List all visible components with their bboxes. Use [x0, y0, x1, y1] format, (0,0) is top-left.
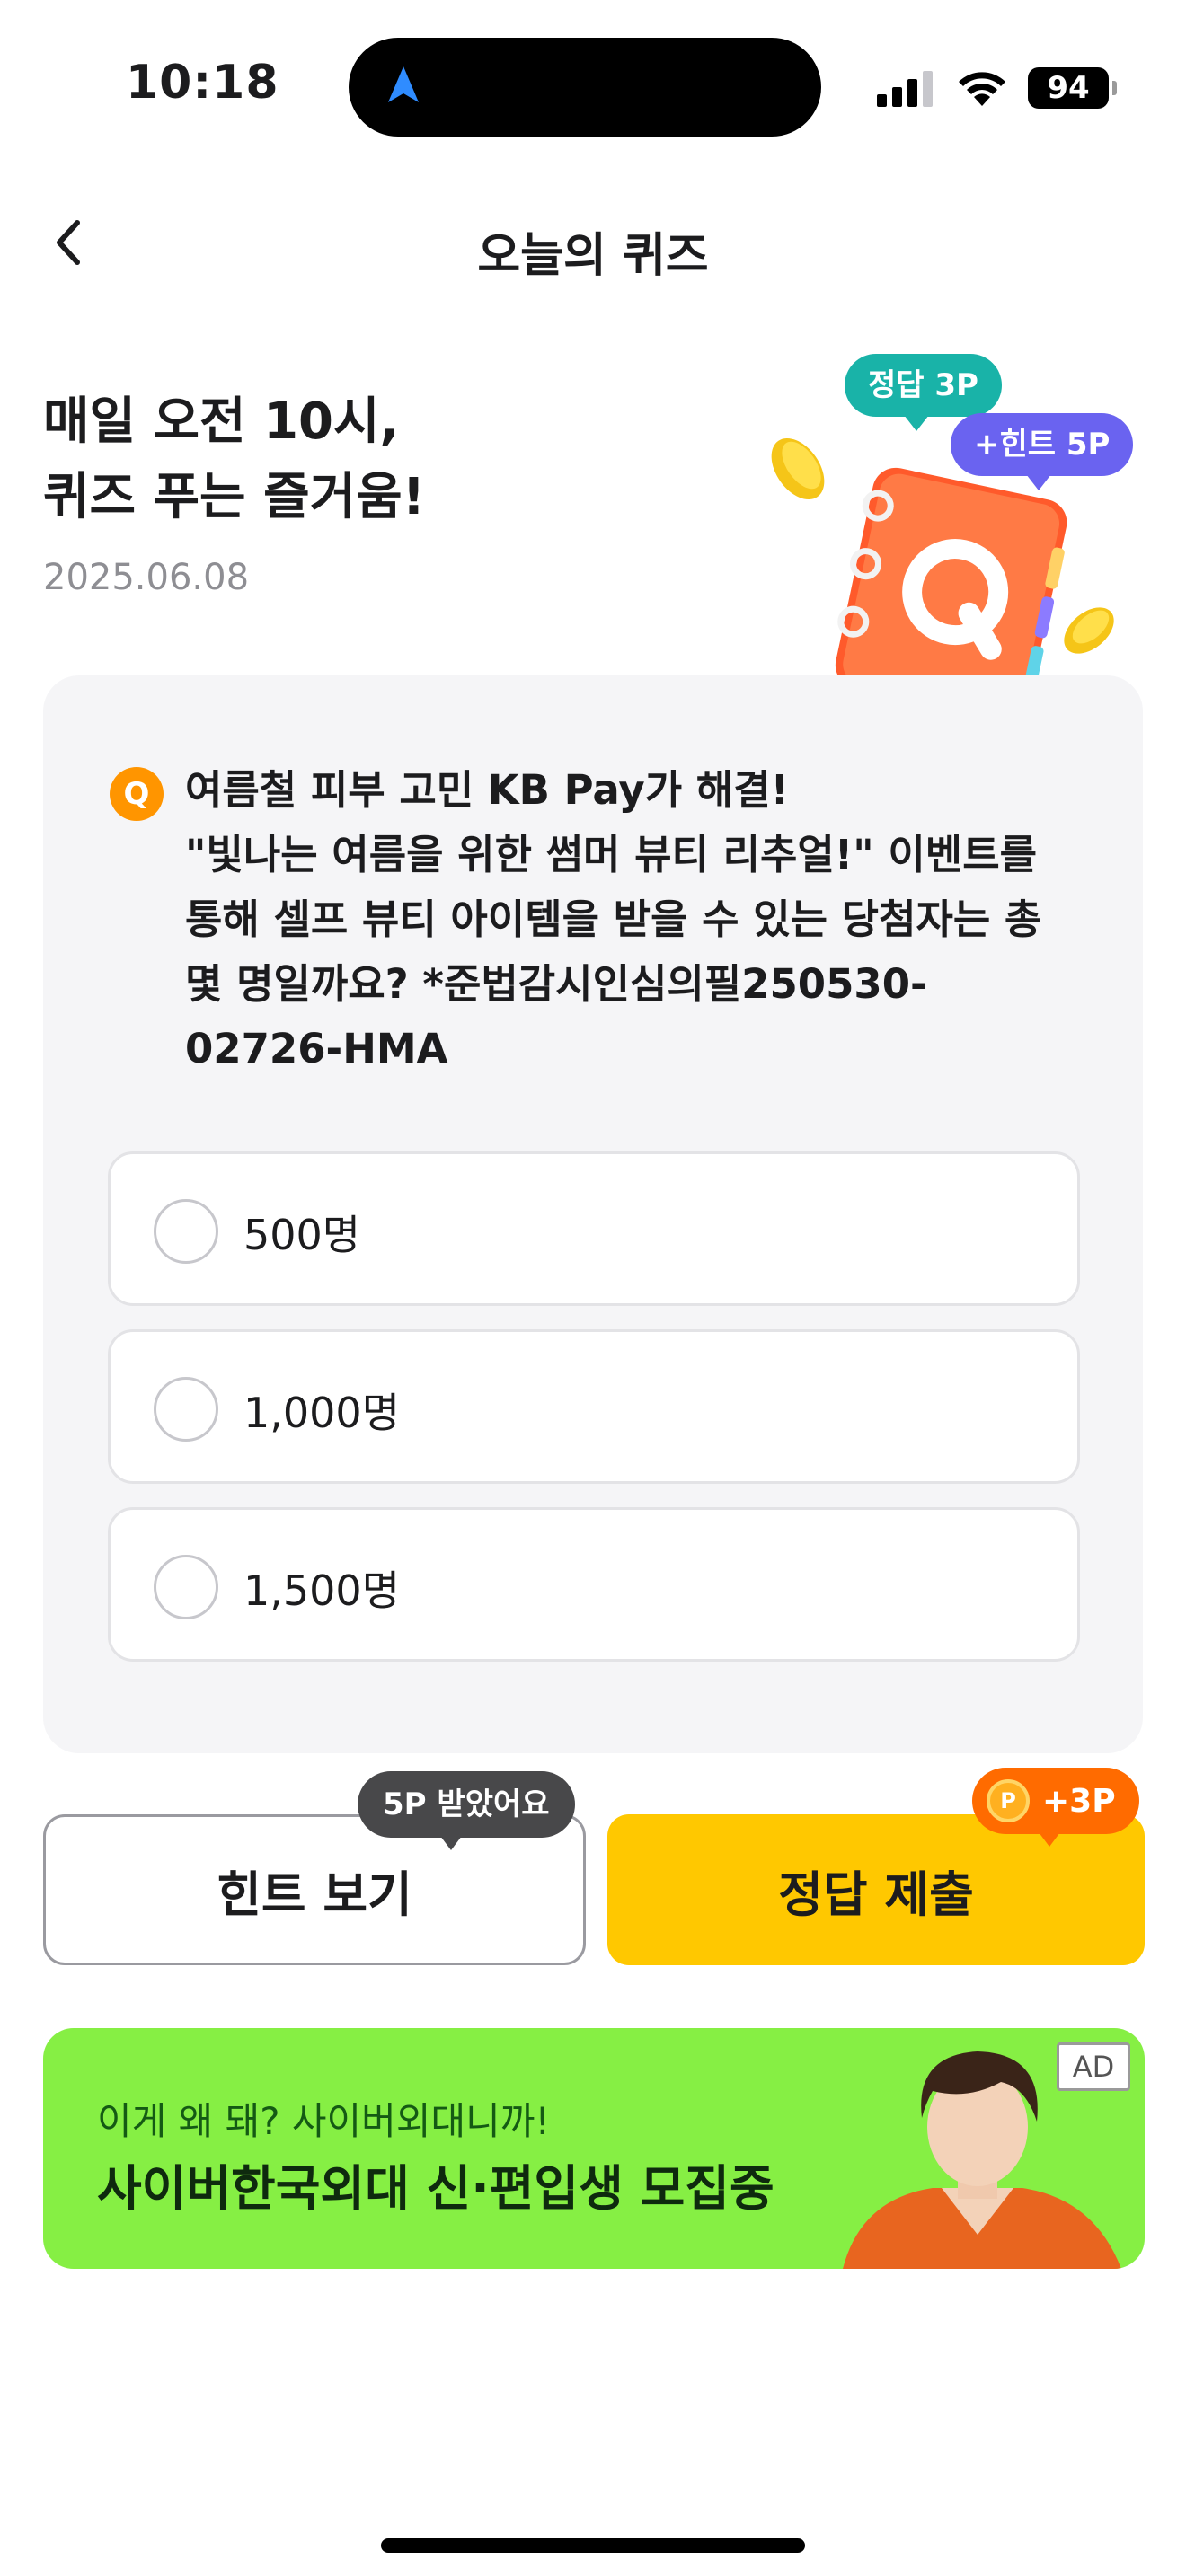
- hint-reward-tooltip: 5P 받았어요: [358, 1771, 575, 1850]
- answer-option-2[interactable]: 1,000명: [108, 1329, 1080, 1484]
- answer-option-label: 500명: [243, 1211, 361, 1259]
- quiz-card: Q 여름철 피부 고민 KB Pay가 해결! "빛나는 여름을 위한 썸머 뷰…: [43, 675, 1143, 1753]
- radio-button[interactable]: [154, 1199, 218, 1264]
- question-line: 여름철 피부 고민 KB Pay가 해결!: [185, 766, 790, 814]
- question-line: "빛나는 여름을 위한 썸머 뷰티 리추얼!" 이벤트를: [185, 831, 1038, 878]
- home-indicator[interactable]: [381, 2538, 805, 2553]
- submit-reward-label: +3P: [1042, 1782, 1116, 1820]
- hint-points-bubble: +힌트 5P: [951, 413, 1134, 490]
- quiz-date: 2025.06.08: [43, 557, 250, 598]
- ad-subtitle: 이게 왜 돼? 사이버외대니까!: [97, 2099, 551, 2143]
- answer-option-label: 1,000명: [243, 1389, 401, 1437]
- question-badge-icon: Q: [110, 767, 164, 821]
- hero-title-line2: 퀴즈 푸는 즐거움!: [43, 468, 426, 526]
- hero-title-line1: 매일 오전 10시,: [43, 393, 399, 451]
- submit-reward-tag: P +3P: [972, 1768, 1139, 1847]
- radio-button[interactable]: [154, 1555, 218, 1619]
- status-icons: 94: [877, 66, 1117, 110]
- cellular-signal-icon: [877, 71, 933, 107]
- hero-title: 매일 오전 10시, 퀴즈 푸는 즐거움!: [43, 384, 425, 535]
- submit-answer-button[interactable]: 정답 제출: [607, 1814, 1145, 1965]
- status-time: 10:18: [126, 56, 279, 110]
- page-title: 오늘의 퀴즈: [477, 229, 709, 283]
- question-line: 통해 셀프 뷰티 아이템을 받을 수 있는 당첨자는 총: [185, 895, 1042, 943]
- dynamic-island: [349, 38, 821, 137]
- question-text: 여름철 피부 고민 KB Pay가 해결! "빛나는 여름을 위한 썸머 뷰티 …: [185, 758, 1093, 1081]
- battery-icon: 94: [1028, 67, 1117, 109]
- wifi-icon: [959, 72, 1005, 106]
- answer-option-3[interactable]: 1,500명: [108, 1507, 1080, 1662]
- location-arrow-icon: [388, 66, 419, 102]
- status-bar: 10:18 94: [0, 0, 1186, 162]
- radio-button[interactable]: [154, 1377, 218, 1442]
- point-coin-icon: P: [987, 1779, 1030, 1822]
- ad-title: 사이버한국외대 신·편입생 모집중: [97, 2160, 774, 2217]
- answer-option-1[interactable]: 500명: [108, 1151, 1080, 1306]
- top-nav-bar: 오늘의 퀴즈: [0, 198, 1186, 287]
- answer-option-label: 1,500명: [243, 1566, 401, 1615]
- ad-label-badge: AD: [1057, 2042, 1130, 2091]
- answer-points-bubble: 정답 3P: [845, 354, 1002, 431]
- question-line: 02726-HMA: [185, 1025, 448, 1072]
- question-line: 몇 명일까요? *준법감시인심의필250530-: [185, 960, 927, 1008]
- ad-banner[interactable]: 이게 왜 돼? 사이버외대니까! 사이버한국외대 신·편입생 모집중 AD: [43, 2028, 1145, 2269]
